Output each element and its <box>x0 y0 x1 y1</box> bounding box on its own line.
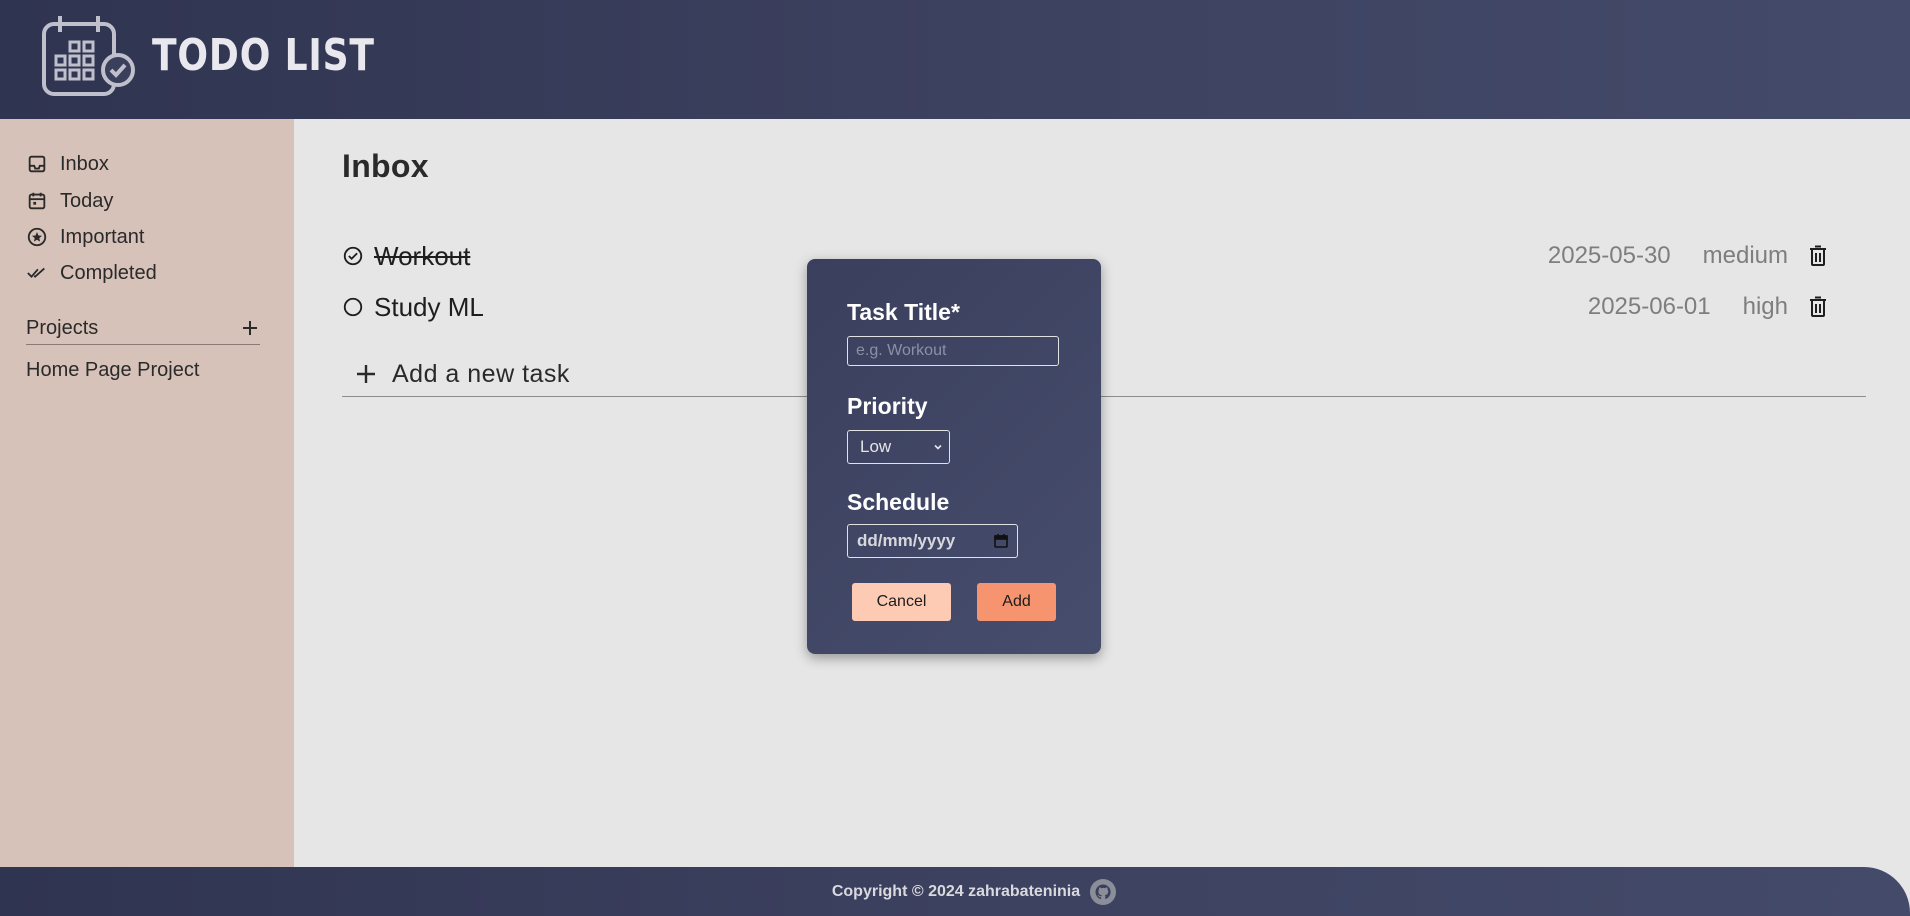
sidebar: Inbox Today Important Completed Projects <box>0 119 294 867</box>
sidebar-item-inbox[interactable]: Inbox <box>26 149 109 179</box>
projects-label: Projects <box>26 316 99 339</box>
project-item-home-page[interactable]: Home Page Project <box>26 359 199 382</box>
empty-circle-icon[interactable] <box>342 296 364 318</box>
priority-value: Low <box>860 437 892 456</box>
add-task-modal: Task Title* Priority Low Schedule dd/mm/… <box>807 259 1101 654</box>
calendar-check-icon <box>42 16 135 96</box>
task-title: Workout <box>374 240 471 271</box>
priority-label: Priority <box>847 393 928 419</box>
github-icon[interactable] <box>1090 878 1117 905</box>
add-project-icon[interactable] <box>240 318 260 338</box>
task-date: 2025-05-30 <box>1547 242 1671 269</box>
task-priority: medium <box>1702 242 1788 269</box>
copyright-text: Copyright © 2024 zahrabateninia <box>831 882 1081 900</box>
sidebar-item-label: Today <box>60 189 114 212</box>
task-meta: 2025-05-30 medium <box>1548 238 1828 274</box>
projects-header: Projects <box>26 312 260 345</box>
trash-icon[interactable] <box>1808 245 1828 267</box>
app-header: TODO LIST <box>0 0 1910 119</box>
cancel-button[interactable]: Cancel <box>852 583 951 621</box>
date-placeholder: dd/mm/yyyy <box>857 531 956 550</box>
sidebar-item-today[interactable]: Today <box>26 186 113 216</box>
star-circle-icon <box>27 227 47 247</box>
task-title-input[interactable] <box>847 336 1059 366</box>
sidebar-item-completed[interactable]: Completed <box>26 258 157 288</box>
sidebar-item-label: Completed <box>60 261 157 284</box>
add-task-label: Add a new task <box>392 359 570 388</box>
app-title: TODO LIST <box>152 30 375 81</box>
checked-circle-icon[interactable] <box>342 245 364 267</box>
app-footer: Copyright © 2024 zahrabateninia <box>0 867 1910 916</box>
task-title: Study ML <box>374 291 484 322</box>
schedule-label: Schedule <box>847 489 950 515</box>
plus-icon <box>357 365 375 383</box>
sidebar-item-important[interactable]: Important <box>26 222 144 252</box>
trash-icon[interactable] <box>1808 296 1828 318</box>
inbox-icon <box>28 155 46 173</box>
task-priority: high <box>1742 293 1788 320</box>
sidebar-item-label: Important <box>60 225 145 248</box>
add-button[interactable]: Add <box>977 583 1056 621</box>
double-check-icon <box>27 267 45 279</box>
chevron-down-icon <box>934 444 942 450</box>
calendar-picker-icon[interactable] <box>993 533 1009 549</box>
calendar-icon <box>28 192 46 210</box>
task-date: 2025-06-01 <box>1587 293 1711 320</box>
schedule-date-input[interactable]: dd/mm/yyyy <box>847 524 1018 558</box>
task-title-label: Task Title* <box>847 299 960 325</box>
page-title: Inbox <box>342 148 429 184</box>
priority-select[interactable]: Low <box>847 430 950 464</box>
add-task-button[interactable]: Add a new task <box>342 352 1866 397</box>
task-meta: 2025-06-01 high <box>1588 289 1828 325</box>
sidebar-item-label: Inbox <box>60 152 109 175</box>
